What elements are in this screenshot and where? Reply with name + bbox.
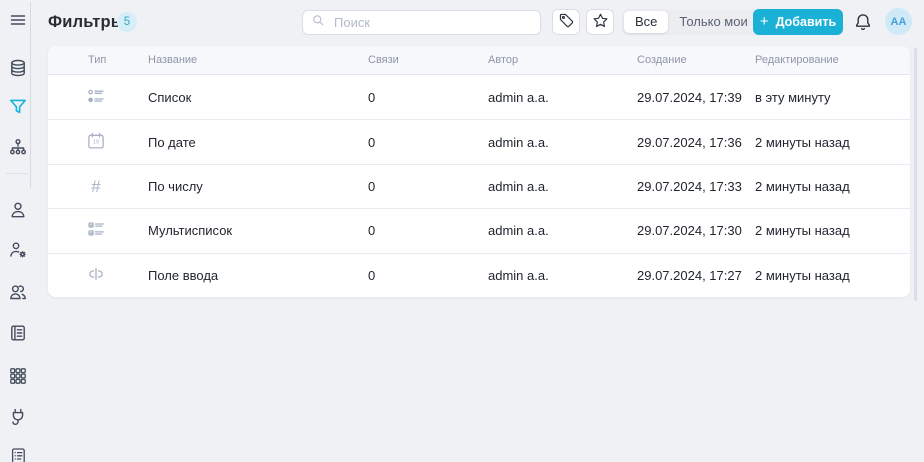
- table-row[interactable]: Список 0 admin a.a. 29.07.2024, 17:39 в эту …: [48, 75, 910, 119]
- edited-cell: 2 минуты назад: [755, 134, 850, 150]
- page-title: Фильтры: [48, 13, 126, 31]
- created-cell: 29.07.2024, 17:39: [637, 89, 742, 105]
- tag-filter-button[interactable]: [552, 9, 580, 35]
- plug-icon: [8, 407, 28, 427]
- sidebar-item-apps-grid[interactable]: [4, 362, 32, 390]
- search-input[interactable]: [332, 14, 532, 31]
- calendar-icon: 19: [86, 131, 106, 151]
- hamburger-icon: [8, 10, 28, 30]
- sidebar-item-user[interactable]: [4, 196, 32, 224]
- avatar[interactable]: AA: [885, 8, 912, 35]
- scope-all-tab[interactable]: Все: [624, 11, 669, 33]
- edited-cell: 2 минуты назад: [755, 178, 850, 194]
- links-cell: 0: [368, 267, 376, 283]
- author-cell: admin a.a.: [488, 267, 549, 283]
- page-scrollbar[interactable]: [914, 48, 917, 301]
- type-cell: 19: [48, 131, 148, 154]
- database-icon: [8, 58, 28, 78]
- table-body: Список 0 admin a.a. 29.07.2024, 17:39 в эту …: [48, 75, 910, 297]
- journal-icon: [8, 446, 28, 462]
- table-row[interactable]: # По числу 0 admin a.a. 29.07.2024, 17:33 2 м…: [48, 163, 910, 208]
- tag-icon: [558, 12, 575, 32]
- list-icon: [86, 86, 106, 106]
- links-cell: 0: [368, 134, 376, 150]
- filters-table: Тип Название Связи Автор Создание Редактирова…: [48, 46, 910, 297]
- user-icon: [8, 200, 28, 220]
- sidebar-divider: [6, 173, 28, 174]
- bell-icon: [853, 12, 873, 35]
- type-cell: #: [48, 176, 148, 196]
- search-icon: [311, 13, 326, 33]
- column-header-author: Автор: [488, 54, 519, 66]
- author-cell: admin a.a.: [488, 89, 549, 105]
- filter-icon: [8, 97, 28, 117]
- count-badge: 5: [117, 12, 137, 32]
- sidebar-item-user-gear[interactable]: [4, 236, 32, 264]
- column-header-type: Тип: [88, 54, 107, 66]
- name-cell: Список: [148, 89, 192, 105]
- name-cell: По дате: [148, 134, 196, 150]
- column-header-links: Связи: [368, 54, 399, 66]
- type-cell: [48, 219, 148, 242]
- author-cell: admin a.a.: [488, 178, 549, 194]
- scope-mine-tab[interactable]: Только мои: [668, 11, 758, 33]
- sidebar: [0, 0, 40, 462]
- edited-cell: в эту минуту: [755, 89, 831, 105]
- table-header-row: Тип Название Связи Автор Создание Редактирова…: [48, 46, 910, 75]
- sidebar-item-plug[interactable]: [4, 403, 32, 431]
- hash-icon: #: [91, 176, 101, 196]
- star-icon: [592, 12, 609, 32]
- top-bar: Фильтры 5 Все Только мои + Добавить AA: [40, 0, 924, 46]
- search-box: [302, 10, 541, 35]
- links-cell: 0: [368, 223, 376, 239]
- add-button[interactable]: + Добавить: [753, 9, 843, 35]
- table-row[interactable]: Мультисписок 0 admin a.a. 29.07.2024, 17:30…: [48, 208, 910, 252]
- sidebar-item-filter[interactable]: [4, 93, 32, 121]
- sidebar-item-journal[interactable]: [4, 442, 32, 462]
- user-gear-icon: [8, 240, 28, 260]
- column-header-edited: Редактирование: [755, 54, 839, 66]
- scope-segmented-control: Все Только мои: [622, 9, 761, 35]
- table-row[interactable]: Поле ввода 0 admin a.a. 29.07.2024, 17:27 2 …: [48, 252, 910, 297]
- author-cell: admin a.a.: [488, 134, 549, 150]
- column-header-name: Название: [148, 54, 198, 66]
- name-cell: Поле ввода: [148, 267, 219, 283]
- add-button-label: Добавить: [775, 15, 837, 29]
- created-cell: 29.07.2024, 17:36: [637, 134, 742, 150]
- ledger-icon: [8, 323, 28, 343]
- input-cursor-icon: [86, 264, 106, 284]
- sidebar-item-database[interactable]: [4, 54, 32, 82]
- notifications-button[interactable]: [849, 9, 877, 37]
- name-cell: По числу: [148, 178, 203, 194]
- plus-icon: +: [759, 13, 769, 30]
- column-header-created: Создание: [637, 54, 687, 66]
- links-cell: 0: [368, 89, 376, 105]
- apps-grid-icon: [8, 366, 28, 386]
- checklist-icon: [86, 219, 106, 239]
- hierarchy-icon: [8, 137, 28, 157]
- edited-cell: 2 минуты назад: [755, 267, 850, 283]
- created-cell: 29.07.2024, 17:30: [637, 223, 742, 239]
- sidebar-scrollbar[interactable]: [30, 2, 31, 188]
- table-row[interactable]: 19 По дате 0 admin a.a. 29.07.2024, 17:36 2 м…: [48, 119, 910, 163]
- type-cell: [48, 86, 148, 109]
- favorites-button[interactable]: [586, 9, 614, 35]
- sidebar-item-ledger[interactable]: [4, 319, 32, 347]
- author-cell: admin a.a.: [488, 223, 549, 239]
- edited-cell: 2 минуты назад: [755, 223, 850, 239]
- name-cell: Мультисписок: [148, 223, 233, 239]
- hamburger-menu-button[interactable]: [4, 6, 32, 34]
- created-cell: 29.07.2024, 17:27: [637, 267, 742, 283]
- sidebar-item-users[interactable]: [4, 278, 32, 306]
- app-root: Фильтры 5 Все Только мои + Добавить AA Т…: [0, 0, 924, 462]
- users-icon: [8, 282, 28, 302]
- created-cell: 29.07.2024, 17:33: [637, 178, 742, 194]
- sidebar-item-hierarchy[interactable]: [4, 133, 32, 161]
- type-cell: [48, 264, 148, 287]
- svg-text:19: 19: [93, 139, 99, 145]
- links-cell: 0: [368, 178, 376, 194]
